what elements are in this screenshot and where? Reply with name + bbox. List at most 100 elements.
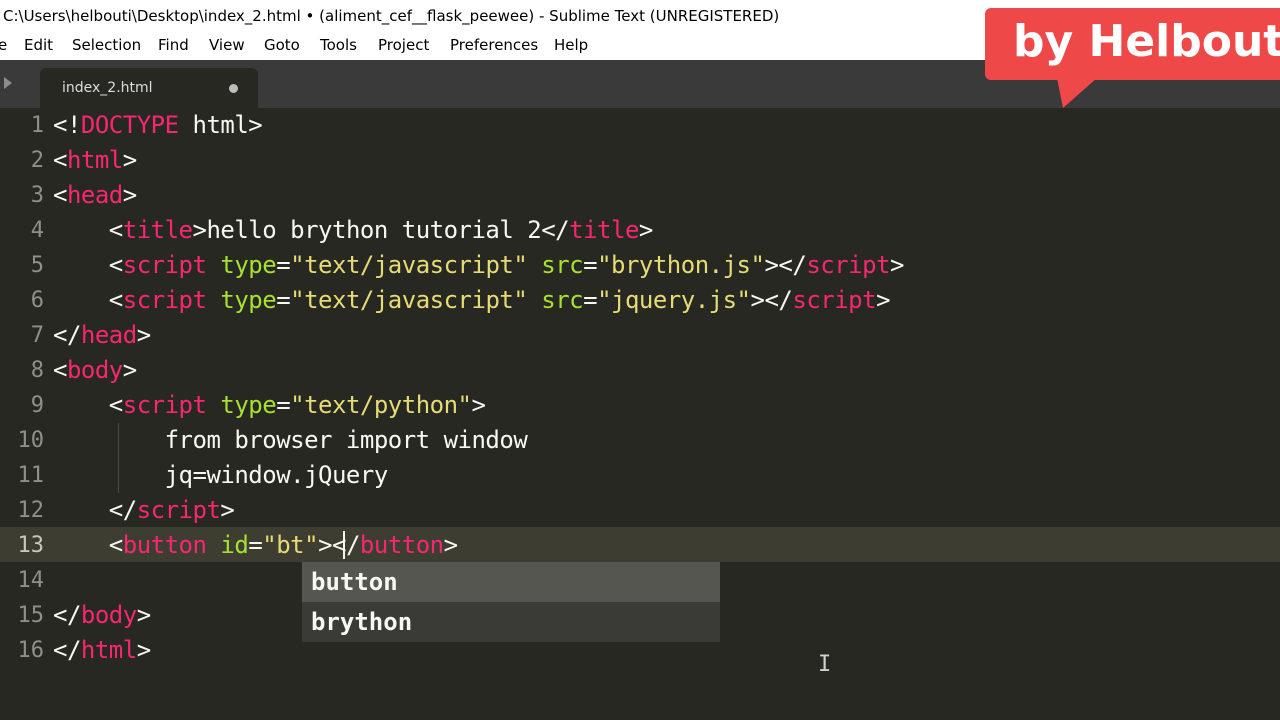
code-line[interactable]: <head> bbox=[53, 178, 137, 213]
line-number: 1 bbox=[30, 113, 44, 138]
text-cursor bbox=[343, 531, 345, 559]
code-token: ></ bbox=[318, 531, 360, 559]
code-token: "jquery.js" bbox=[597, 286, 751, 314]
line-number: 3 bbox=[30, 183, 44, 208]
code-token: title bbox=[569, 216, 639, 244]
menu-edit[interactable]: Edit bbox=[24, 36, 53, 54]
code-line[interactable]: <script type="text/javascript" src="bryt… bbox=[53, 248, 905, 283]
menu-goto[interactable]: Goto bbox=[264, 36, 300, 54]
code-line[interactable]: </script> bbox=[53, 493, 235, 528]
code-token: type bbox=[220, 391, 277, 419]
code-token: < bbox=[53, 111, 67, 139]
code-token: = bbox=[276, 251, 291, 279]
code-token: > bbox=[220, 496, 235, 524]
code-line[interactable]: <!DOCTYPE html> bbox=[53, 108, 263, 143]
code-token: script bbox=[806, 251, 891, 279]
code-token: button bbox=[122, 531, 207, 559]
code-token: body bbox=[80, 601, 137, 629]
code-token: < bbox=[53, 251, 123, 279]
code-token: "text/python" bbox=[290, 391, 472, 419]
code-token: ></ bbox=[764, 251, 807, 279]
code-token: ></ bbox=[750, 286, 793, 314]
code-token: = bbox=[248, 531, 263, 559]
menu-file[interactable]: e bbox=[0, 36, 7, 54]
code-token: > bbox=[890, 251, 904, 279]
code-token: > bbox=[136, 321, 151, 349]
menu-selection[interactable]: Selection bbox=[72, 36, 141, 54]
code-token: body bbox=[66, 356, 123, 384]
code-line[interactable]: </head> bbox=[53, 318, 151, 353]
menu-tools[interactable]: Tools bbox=[320, 36, 357, 54]
tab-index-2-html[interactable]: index_2.html bbox=[40, 68, 258, 108]
code-token: script bbox=[122, 391, 207, 419]
code-token: > bbox=[122, 356, 137, 384]
autocomplete-item[interactable]: button bbox=[302, 562, 720, 602]
line-number: 4 bbox=[30, 218, 44, 243]
code-token: </ bbox=[53, 496, 137, 524]
badge-text: by Helbouti bbox=[1013, 16, 1280, 67]
code-line[interactable]: <button id="bt"></button> bbox=[53, 528, 458, 563]
code-token: < bbox=[53, 356, 67, 384]
code-token: >hello brython tutorial 2</ bbox=[192, 216, 570, 244]
sidebar-toggle-icon[interactable] bbox=[4, 77, 12, 89]
code-token: = bbox=[583, 286, 598, 314]
code-token: "text/javascript" bbox=[290, 286, 528, 314]
code-line[interactable]: <body> bbox=[53, 353, 137, 388]
code-line[interactable]: from browser import window bbox=[53, 423, 528, 458]
code-line[interactable]: </body> bbox=[53, 598, 151, 633]
code-token: </ bbox=[53, 601, 81, 629]
code-token: head bbox=[66, 181, 123, 209]
window-title: C:\Users\helbouti\Desktop\index_2.html •… bbox=[3, 7, 780, 25]
code-token: html> bbox=[178, 111, 263, 139]
code-token: html bbox=[66, 146, 123, 174]
menu-find[interactable]: Find bbox=[158, 36, 189, 54]
code-token: < bbox=[53, 216, 123, 244]
text-select-cursor-icon: I bbox=[818, 652, 832, 677]
code-line[interactable]: <script type="text/javascript" src="jque… bbox=[53, 283, 891, 318]
watermark-badge: by Helbouti bbox=[985, 8, 1280, 80]
code-token: from browser import window bbox=[53, 426, 528, 454]
code-token: = bbox=[276, 391, 291, 419]
code-line[interactable]: jq=window.jQuery bbox=[53, 458, 389, 493]
code-token: > bbox=[876, 286, 891, 314]
menu-project[interactable]: Project bbox=[378, 36, 429, 54]
menu-preferences[interactable]: Preferences bbox=[450, 36, 538, 54]
code-token: < bbox=[53, 391, 123, 419]
code-token: script bbox=[792, 286, 877, 314]
code-token: ! bbox=[66, 111, 81, 139]
code-token: < bbox=[53, 531, 123, 559]
code-line[interactable]: <script type="text/python"> bbox=[53, 388, 486, 423]
code-token: < bbox=[53, 181, 67, 209]
line-number: 10 bbox=[17, 428, 45, 453]
autocomplete-popup[interactable]: button brython bbox=[302, 562, 720, 642]
code-token: > bbox=[443, 531, 458, 559]
line-number: 8 bbox=[30, 358, 44, 383]
unsaved-dot-icon[interactable] bbox=[229, 84, 238, 93]
code-token: > bbox=[136, 636, 151, 664]
code-token: </ bbox=[53, 321, 81, 349]
autocomplete-item[interactable]: brython bbox=[302, 602, 720, 642]
code-token: DOCTYPE bbox=[80, 111, 179, 139]
code-token: = bbox=[583, 251, 598, 279]
code-token: > bbox=[471, 391, 486, 419]
code-token: </ bbox=[53, 636, 81, 664]
code-line[interactable]: <title>hello brython tutorial 2</title> bbox=[53, 213, 654, 248]
code-line[interactable]: </html> bbox=[53, 633, 151, 668]
menu-view[interactable]: View bbox=[209, 36, 245, 54]
code-token: > bbox=[136, 601, 151, 629]
code-line[interactable]: <html> bbox=[53, 143, 137, 178]
line-number: 2 bbox=[30, 148, 44, 173]
code-token: "brython.js" bbox=[597, 251, 765, 279]
code-token: id bbox=[220, 531, 249, 559]
line-number: 9 bbox=[30, 393, 44, 418]
code-token: src bbox=[541, 251, 584, 279]
code-token: > bbox=[122, 181, 137, 209]
code-token: script bbox=[122, 251, 207, 279]
menu-help[interactable]: Help bbox=[554, 36, 588, 54]
code-token: jq=window.jQuery bbox=[53, 461, 389, 489]
code-token: > bbox=[638, 216, 653, 244]
